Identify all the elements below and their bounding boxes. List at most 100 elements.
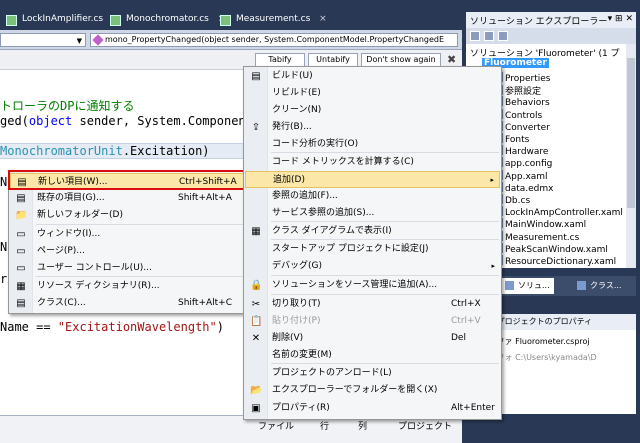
csharp-file-icon <box>220 15 231 26</box>
property-value: Fluorometer.csproj <box>515 337 590 346</box>
menu-item[interactable]: ✂ 切り取り(T) Ctrl+X <box>245 296 500 313</box>
member-dropdown[interactable]: mono_PropertyChanged(object sender, Syst… <box>90 33 458 47</box>
type-dropdown[interactable]: ▼ <box>0 33 86 47</box>
menu-shortcut: Ctrl+V <box>451 316 481 326</box>
menu-item[interactable]: デバッグ(G) ▸ <box>245 258 500 275</box>
class-view-icon <box>577 281 586 290</box>
submenu-item[interactable]: ▭ ページ(P)... <box>10 243 246 260</box>
menu-item[interactable]: プロジェクトのアンロード(L) <box>245 365 500 382</box>
menu-item[interactable]: クリーン(N) <box>245 102 500 119</box>
close-icon[interactable]: × <box>319 14 327 24</box>
untabify-button[interactable]: Untabify <box>308 53 358 67</box>
menu-item-label: 貼り付け(P) <box>272 316 321 326</box>
menu-item[interactable]: 追加(D) ▸ <box>245 171 500 188</box>
menu-item[interactable]: スタートアップ プロジェクトに設定(J) <box>245 241 500 258</box>
submenu-item[interactable]: ▤ クラス(C)... Shift+Alt+C <box>10 295 246 312</box>
menu-item[interactable]: コード メトリックスを計算する(C) <box>245 154 500 171</box>
tree-label: Converter <box>505 122 550 133</box>
tabify-button[interactable]: Tabify <box>255 53 305 67</box>
menu-item-label: クラス(C)... <box>37 298 86 308</box>
tab-label: Monochromator.cs <box>126 14 209 24</box>
submenu-item[interactable]: ▦ リソース ディクショナリ(R)... <box>10 278 246 295</box>
tree-item[interactable]: MainWindow.xaml <box>494 218 586 230</box>
tree-label: ResourceDictionary.xaml <box>505 257 617 267</box>
tree-label: data.edmx <box>505 183 554 194</box>
properties-toolbar-icon[interactable] <box>470 31 480 41</box>
code-string: "ExcitationWavelength" <box>57 320 217 334</box>
menu-item[interactable]: リビルド(E) <box>245 85 500 102</box>
menu-item[interactable]: コード分析の実行(O) <box>245 136 500 153</box>
tree-label: Behaviors <box>505 98 550 109</box>
tree-item[interactable]: Behaviors <box>494 96 550 108</box>
tree-item[interactable]: ResourceDictionary.xaml <box>494 255 616 267</box>
menu-item-label: サービス参照の追加(S)... <box>272 208 375 218</box>
submenu-item[interactable]: ▤ 既存の項目(G)... Shift+Alt+A <box>10 190 246 207</box>
menu-item-label: プロジェクトのアンロード(L) <box>272 368 392 378</box>
tree-item[interactable]: data.edmx <box>494 181 554 194</box>
vertical-scrollbar[interactable] <box>626 44 636 268</box>
menu-item-label: ソリューションをソース管理に追加(A)... <box>272 280 438 290</box>
submenu-item[interactable]: 📁 新しいフォルダー(D) <box>10 207 246 224</box>
tab-measurement[interactable]: Measurement.cs × <box>214 11 333 30</box>
folder-open-icon: 📂 <box>250 385 263 396</box>
tree-item[interactable]: Properties <box>494 72 550 84</box>
panel-controls-icon[interactable]: ▾ ⊞ ✕ <box>608 14 633 24</box>
menu-item-label: 削除(V) <box>272 333 304 343</box>
menu-item-label: ウィンドウ(I)... <box>37 229 101 239</box>
menu-item-label: 発行(B)... <box>272 122 312 132</box>
tree-item[interactable]: PeakScanWindow.xaml <box>494 242 608 255</box>
tree-item[interactable]: Hardware <box>494 145 548 157</box>
method-icon <box>92 34 104 46</box>
column-header-file[interactable]: ファイル <box>258 419 294 432</box>
menu-item[interactable]: サービス参照の追加(S)... <box>245 205 500 222</box>
tree-item[interactable]: Converter <box>494 120 550 133</box>
tab-monochromator[interactable]: Monochromator.cs × <box>104 11 231 30</box>
submenu-item[interactable]: ▭ ウィンドウ(I)... <box>10 226 246 243</box>
column-header-project[interactable]: プロジェクト <box>398 419 452 432</box>
solution-explorer-toolbar <box>466 28 636 44</box>
menu-item-label: プロパティ(R) <box>272 403 330 413</box>
tree-label: LockInAmpController.xaml <box>505 208 623 219</box>
menu-item[interactable]: 名前の変更(M) <box>245 347 500 364</box>
menu-item[interactable]: ▤ ビルド(U) <box>245 68 500 85</box>
menu-shortcut: Ctrl+X <box>451 299 481 309</box>
scrollbar-thumb[interactable] <box>627 58 635 208</box>
tree-label: PeakScanWindow.xaml <box>505 244 608 255</box>
tree-label: Fonts <box>505 135 530 145</box>
menu-item[interactable]: ▣ プロパティ(R) Alt+Enter <box>245 400 500 417</box>
tab-class-view[interactable]: クラス... <box>574 278 625 294</box>
menu-item[interactable]: 参照の追加(F)... <box>245 188 500 205</box>
code-comment-line: トローラのDPに通知する <box>0 99 135 113</box>
menu-item[interactable]: 🔒 ソリューションをソース管理に追加(A)... <box>245 277 500 294</box>
column-header-line[interactable]: 行 <box>320 419 329 432</box>
menu-item-label: ビルド(U) <box>272 71 313 81</box>
code-line-fragment: r <box>0 272 8 286</box>
close-icon[interactable]: ✖ <box>447 53 456 66</box>
tree-item[interactable]: LockInAmpController.xaml <box>494 206 623 218</box>
tab-label: Measurement.cs <box>236 14 311 24</box>
refresh-icon[interactable] <box>498 31 508 41</box>
tab-label: LockInAmplifier.cs <box>22 14 104 24</box>
menu-item-label: ユーザー コントロール(U)... <box>37 263 152 273</box>
tree-label: Controls <box>505 110 543 121</box>
add-submenu: ▤ 新しい項目(W)... Ctrl+Shift+A ▤ 既存の項目(G)... Shif… <box>8 170 248 314</box>
code-token: ) <box>216 320 224 334</box>
menu-item-label: リビルド(E) <box>272 88 321 98</box>
menu-item[interactable]: ⇪ 発行(B)... <box>245 119 500 136</box>
tree-item[interactable]: App.xaml <box>494 169 548 182</box>
menu-item[interactable]: 📂 エクスプローラーでフォルダーを開く(X) <box>245 382 500 399</box>
csharp-file-icon <box>110 15 121 26</box>
menu-shortcut: Shift+Alt+A <box>178 193 232 203</box>
show-all-files-icon[interactable] <box>484 31 494 41</box>
menu-item[interactable]: ▦ クラス ダイアグラムで表示(I) <box>245 223 500 240</box>
tree-item[interactable]: Measurement.cs <box>494 230 579 243</box>
menu-item[interactable]: 📋 貼り付け(P) Ctrl+V <box>245 313 500 330</box>
tree-label: Hardware <box>505 147 549 158</box>
dont-show-again-button[interactable]: Don't show again <box>361 53 441 67</box>
tree-item[interactable]: app.config <box>494 157 552 169</box>
submenu-item[interactable]: ▭ ユーザー コントロール(U)... <box>10 260 246 277</box>
column-header-column[interactable]: 列 <box>358 419 367 432</box>
menu-item[interactable]: ✕ 削除(V) Del <box>245 330 500 347</box>
tab-solution-explorer[interactable]: ソリュ... <box>502 278 554 294</box>
menu-item-label: 名前の変更(M) <box>272 350 332 360</box>
